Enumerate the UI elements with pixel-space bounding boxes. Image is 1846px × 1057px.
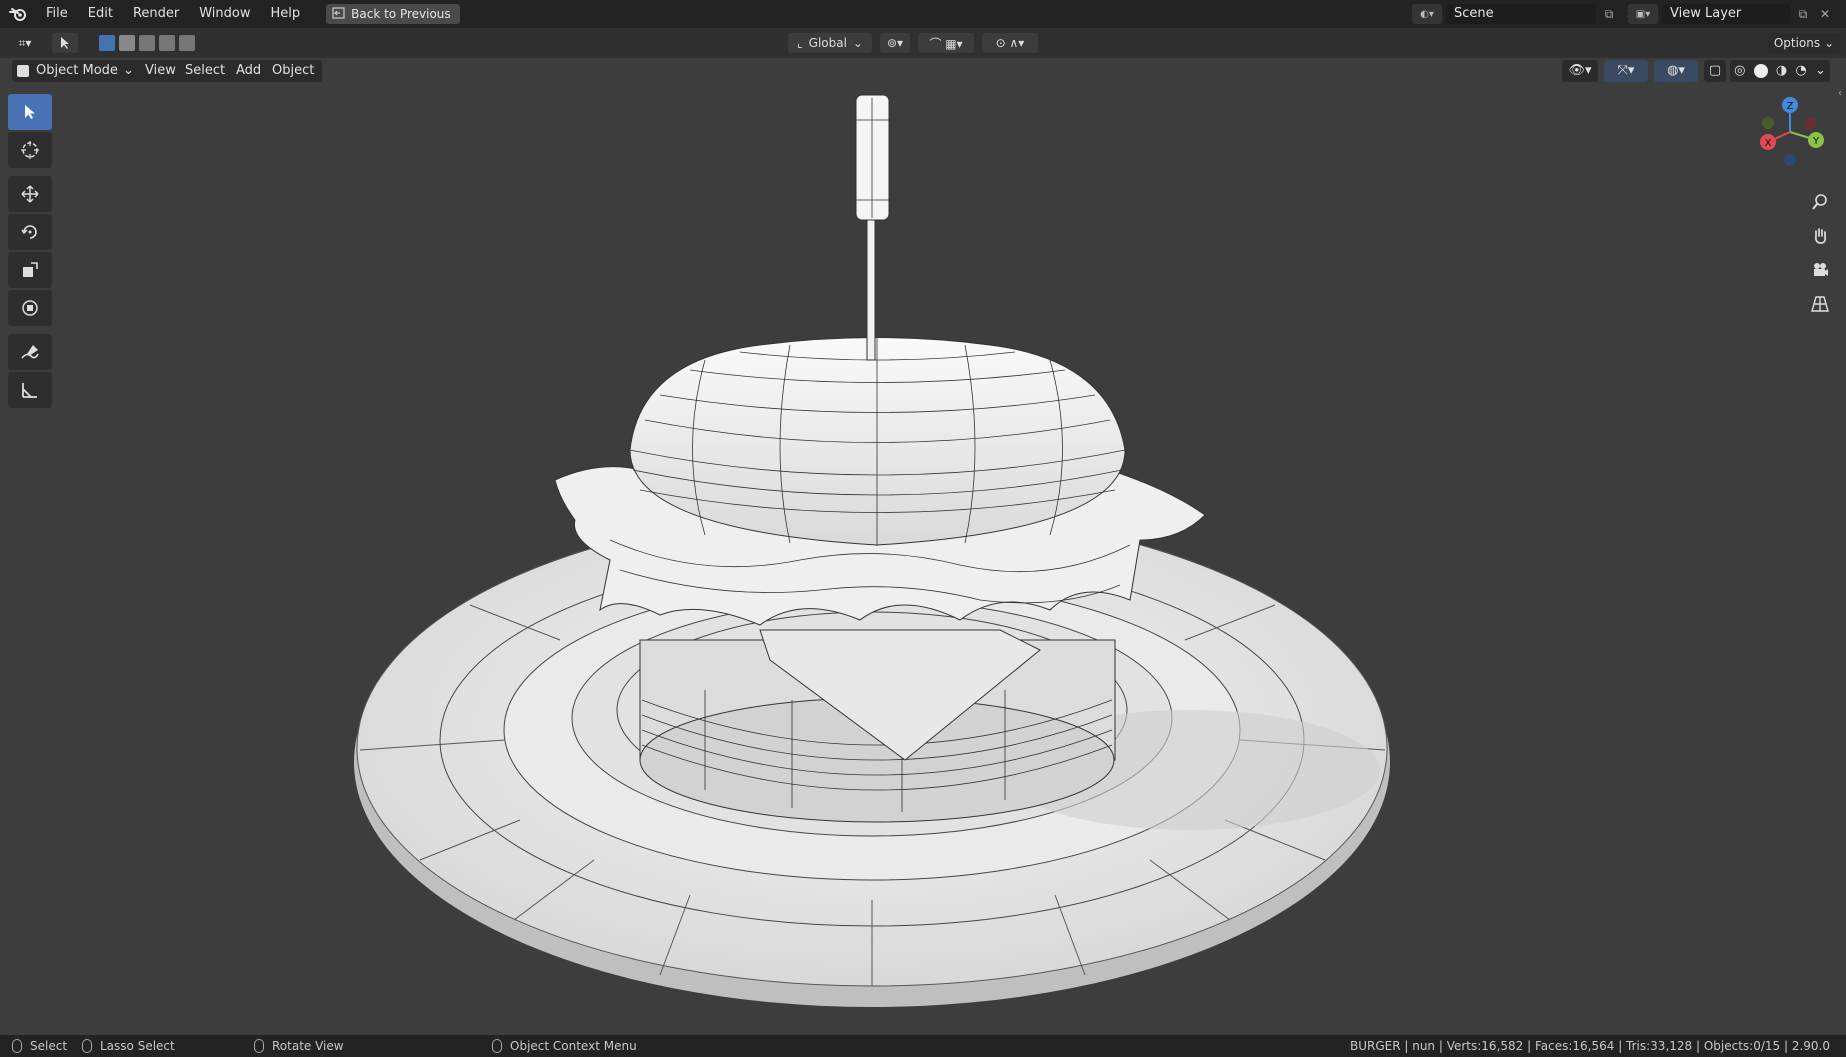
select-intersect-icon[interactable] (179, 35, 195, 51)
gizmo-y-label: Y (1812, 136, 1820, 147)
chevron-down-icon: ⌄ (1824, 36, 1835, 50)
pivot-point-icon[interactable]: ⊚▾ (880, 33, 910, 53)
back-to-previous-button[interactable]: Back to Previous (326, 4, 460, 24)
mouse-middle-icon (254, 1039, 264, 1053)
status-rotate-label: Rotate View (272, 1039, 344, 1053)
scene-name-field[interactable]: Scene (1446, 4, 1596, 24)
status-select: Select (12, 1035, 67, 1057)
select-box-tool-icon[interactable] (8, 94, 52, 130)
menu-select[interactable]: Select (177, 60, 234, 82)
status-bar: Select Lasso Select Rotate View Object C… (0, 1035, 1846, 1057)
transform-orientation-label: Global (808, 36, 847, 50)
object-mode-icon (17, 65, 29, 77)
mouse-left-icon (12, 1039, 22, 1053)
scene-statistics: BURGER | nun | Verts:16,582 | Faces:16,5… (1349, 1039, 1830, 1053)
gizmo-toggle-icon[interactable]: ⤧▾ (1604, 60, 1648, 82)
editor-type-icon[interactable]: ⌗▾ (8, 33, 42, 53)
rotate-tool-icon[interactable] (8, 214, 52, 250)
object-mode-dropdown[interactable]: Object Mode ⌄ (12, 60, 140, 82)
rendered-shading-icon[interactable]: ◔ (1795, 60, 1806, 82)
burger-model-viewport-render (354, 94, 1390, 1007)
overlays-toggle-icon[interactable]: ◍▾ (1654, 60, 1698, 82)
active-tool-icon[interactable] (52, 33, 78, 53)
new-scene-icon[interactable]: ⧉ (1600, 4, 1618, 24)
status-context: Object Context Menu (492, 1035, 637, 1057)
delete-view-layer-icon[interactable]: ✕ (1816, 4, 1834, 24)
status-rotate: Rotate View (254, 1035, 344, 1057)
menu-object[interactable]: Object (264, 60, 323, 82)
material-shading-icon[interactable]: ◑ (1776, 60, 1787, 82)
top-menu-bar: File Edit Render Window Help Back to Pre… (0, 0, 1846, 28)
chevron-down-icon: ⌄ (123, 63, 134, 78)
sidebar-toggle-icon[interactable]: ‹ (1838, 88, 1842, 99)
3d-viewport[interactable]: Object Mode ⌄ View Select Add Object 👁▾ … (0, 58, 1846, 1035)
blender-logo-icon[interactable] (0, 0, 36, 28)
xray-toggle-icon[interactable]: ▢ (1704, 60, 1726, 82)
scene-selector: ◐▾ Scene ⧉ ✕ (1412, 4, 1640, 24)
snapping-icon[interactable]: ⌒ ▦▾ (918, 33, 974, 53)
options-dropdown[interactable]: Options ⌄ (1768, 33, 1840, 53)
visibility-eye-icon[interactable]: 👁▾ (1562, 60, 1598, 82)
select-subtract-icon[interactable] (139, 35, 155, 51)
zoom-icon[interactable] (1806, 188, 1834, 216)
menu-edit[interactable]: Edit (78, 0, 123, 28)
gizmo-z-label: Z (1787, 101, 1794, 112)
select-extend-icon[interactable] (119, 35, 135, 51)
annotate-tool-icon[interactable] (8, 334, 52, 370)
mouse-drag-icon (82, 1039, 92, 1053)
menu-render[interactable]: Render (123, 0, 189, 28)
options-label: Options (1773, 36, 1821, 50)
object-mode-label: Object Mode (36, 63, 118, 78)
chevron-down-icon: ⌄ (852, 36, 863, 50)
status-select-label: Select (30, 1039, 68, 1053)
navigation-gizmo[interactable]: Z Y X (1748, 94, 1838, 184)
mouse-right-icon (492, 1039, 502, 1053)
new-view-layer-icon[interactable]: ⧉ (1794, 4, 1812, 24)
transform-orientation-dropdown[interactable]: ⌞ Global ⌄ (788, 33, 872, 53)
cursor-tool-icon[interactable] (8, 132, 52, 168)
tool-shelf (8, 94, 54, 408)
measure-tool-icon[interactable] (8, 372, 52, 408)
shading-mode-buttons: ◎ ◑ ◔ ⌄ (1730, 60, 1830, 82)
menu-add[interactable]: Add (228, 60, 270, 82)
status-lasso-label: Lasso Select (100, 1039, 175, 1053)
pan-hand-icon[interactable] (1806, 222, 1834, 250)
select-invert-icon[interactable] (159, 35, 175, 51)
transform-tool-icon[interactable] (8, 290, 52, 326)
menu-file[interactable]: File (36, 0, 78, 28)
view-layer-name-field[interactable]: View Layer (1662, 4, 1790, 24)
wireframe-shading-icon[interactable]: ◎ (1734, 60, 1745, 82)
select-set-icon[interactable] (99, 35, 115, 51)
selection-mode-buttons (94, 33, 200, 53)
view-layer-selector: ▣▾ View Layer ⧉ ✕ (1628, 4, 1834, 24)
chevron-down-icon[interactable]: ⌄ (1815, 60, 1826, 82)
back-to-previous-label: Back to Previous (351, 7, 451, 21)
scale-tool-icon[interactable] (8, 252, 52, 288)
status-context-label: Object Context Menu (510, 1039, 637, 1053)
menu-window[interactable]: Window (189, 0, 260, 28)
gizmo-x-label: X (1765, 138, 1772, 149)
move-tool-icon[interactable] (8, 176, 52, 212)
orientation-icon: ⌞ (797, 36, 803, 50)
scene-browse-icon[interactable]: ◐▾ (1412, 4, 1442, 24)
view-layer-browse-icon[interactable]: ▣▾ (1628, 4, 1658, 24)
menu-help[interactable]: Help (261, 0, 311, 28)
back-icon (332, 6, 345, 22)
solid-shading-icon[interactable] (1753, 64, 1768, 78)
status-lasso: Lasso Select (82, 1035, 175, 1057)
proportional-editing-icon[interactable]: ⊙ ∧▾ (982, 33, 1038, 53)
perspective-toggle-icon[interactable] (1806, 290, 1834, 318)
camera-view-icon[interactable] (1806, 256, 1834, 284)
tool-header: ⌗▾ ⌞ Global ⌄ ⊚▾ ⌒ ▦▾ ⊙ ∧▾ Options ⌄ (0, 28, 1846, 58)
